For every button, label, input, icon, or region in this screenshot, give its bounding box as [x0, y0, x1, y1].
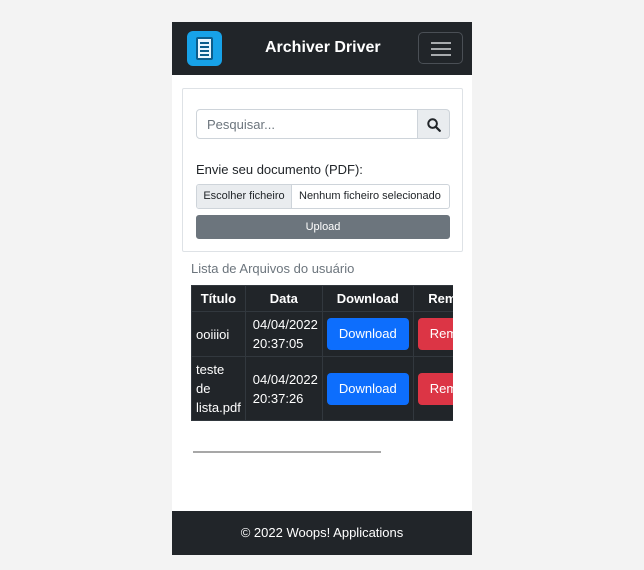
column-header-remove: Remover	[412, 285, 453, 312]
horizontal-scrollbar[interactable]	[193, 451, 381, 453]
file-date-time: 20:37:05	[252, 336, 304, 351]
footer-text: © 2022 Woops! Applications	[240, 525, 404, 540]
download-cell: Download	[321, 356, 414, 421]
column-header-download: Download	[321, 285, 414, 312]
navbar: Archiver Driver	[172, 22, 472, 75]
upload-button[interactable]: Upload	[196, 215, 450, 239]
brand-title[interactable]: Archiver Driver	[265, 39, 381, 57]
search-icon	[427, 118, 441, 132]
file-date: 04/04/2022 20:37:05	[244, 311, 323, 357]
column-header-date: Data	[244, 285, 323, 312]
choose-file-button[interactable]: Escolher ficheiro	[197, 185, 292, 208]
upload-card: Envie seu documento (PDF): Escolher fich…	[182, 88, 463, 252]
remove-cell: Remover	[412, 311, 453, 357]
footer: © 2022 Woops! Applications	[172, 511, 472, 555]
hamburger-menu-icon	[431, 42, 451, 44]
document-icon	[196, 37, 213, 60]
document-app-icon[interactable]	[187, 31, 222, 66]
search-input[interactable]	[196, 109, 418, 139]
file-input[interactable]: Escolher ficheiro Nenhum ficheiro seleci…	[196, 184, 450, 209]
column-header-title: Título	[191, 285, 246, 312]
file-date-day: 04/04/2022	[252, 317, 318, 332]
file-date-day: 04/04/2022	[252, 371, 318, 387]
remove-button[interactable]: Remover	[417, 318, 453, 350]
file-date: 04/04/2022 20:37:26	[244, 356, 323, 421]
file-title: ooiiioi	[191, 311, 246, 357]
table-row: teste de lista.pdf 04/04/2022 20:37:26 Do…	[191, 356, 453, 421]
files-list-title: Lista de Arquivos do usuário	[191, 261, 355, 276]
search-button[interactable]	[418, 109, 450, 139]
file-status: Nenhum ficheiro selecionado	[299, 190, 441, 202]
files-table-scroll[interactable]: Título Data Download Remover ooiiioi 04/…	[191, 285, 453, 422]
app-viewport: Archiver Driver Envie seu documento (PDF…	[172, 22, 472, 555]
files-table: Título Data Download Remover ooiiioi 04/…	[191, 285, 453, 421]
remove-cell: Remover	[412, 356, 453, 421]
download-cell: Download	[321, 311, 414, 357]
table-row: ooiiioi 04/04/2022 20:37:05 Download Remo…	[191, 311, 453, 357]
table-header-row: Título Data Download Remover	[191, 285, 453, 312]
file-title: teste de lista.pdf	[191, 356, 246, 421]
download-button[interactable]: Download	[326, 318, 409, 350]
navbar-toggle-button[interactable]	[418, 32, 463, 64]
upload-label: Envie seu documento (PDF):	[196, 162, 363, 177]
file-date-time: 20:37:26	[252, 390, 304, 406]
remove-button[interactable]: Remover	[417, 372, 453, 405]
download-button[interactable]: Download	[326, 372, 409, 405]
